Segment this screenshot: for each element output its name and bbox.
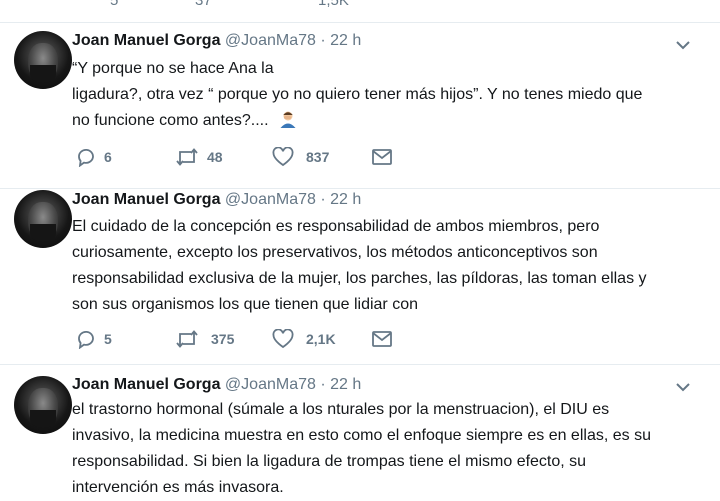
tweet-text: “Y porque no se hace Ana la ligadura?, o… [72,56,702,134]
tweet-line: ligadura?, otra vez “ porque yo no quier… [72,86,643,103]
tweet-line: responsabilidad. Si bien la ligadura de … [72,453,587,470]
tweet-line: son sus organismos los que tienen que li… [72,296,418,313]
reply-icon [78,330,94,349]
heart-icon [272,147,294,167]
author-handle[interactable]: @JoanMa78 [225,32,316,49]
retweet-count: 48 [207,149,223,165]
heart-icon [272,329,294,349]
message-button[interactable] [372,145,392,169]
tweet[interactable]: Joan Manuel Gorga @JoanMa78 · 22 h “Y po… [0,22,720,189]
author-handle[interactable]: @JoanMa78 [225,191,316,208]
reply-button[interactable]: 5 [76,327,112,351]
tweet-time[interactable]: 22 h [330,191,361,208]
tweet-actions: 6 48 837 [72,145,432,169]
tweet-line: intervención es más invasora. [72,479,284,496]
previous-tweet-actions: 5 37 1,5K [0,0,720,23]
previous-retweet-count[interactable]: 37 [195,0,212,9]
chevron-down-icon[interactable] [676,382,690,392]
retweet-icon [176,148,198,166]
retweet-button[interactable]: 375 [175,327,234,351]
reply-count: 6 [104,149,112,165]
envelope-icon [372,149,392,165]
tweet-actions: 5 375 2,1K [72,327,432,351]
chevron-down-icon[interactable] [676,40,690,50]
tweet-line-text: no funcione como antes?.... [72,112,269,129]
previous-reply-count[interactable]: 5 [110,0,118,9]
tweet-line: responsabilidad exclusiva de la mujer, l… [72,270,647,287]
tweet-line: “Y porque no se hace Ana la [72,60,274,77]
separator: · [320,191,326,208]
separator: · [320,376,326,393]
tweet-header: Joan Manuel Gorga @JoanMa78 · 22 h [72,376,361,394]
author-name[interactable]: Joan Manuel Gorga [72,376,220,393]
separator: · [320,32,326,49]
reply-button[interactable]: 6 [76,145,112,169]
retweet-icon [176,330,198,348]
tweet-time[interactable]: 22 h [330,32,361,49]
tweet[interactable]: Joan Manuel Gorga @JoanMa78 · 22 h El cu… [0,188,720,365]
envelope-icon [372,331,392,347]
tweet[interactable]: Joan Manuel Gorga @JoanMa78 · 22 h el tr… [0,364,720,501]
like-count: 2,1K [306,331,336,347]
message-button[interactable] [372,327,392,351]
author-handle[interactable]: @JoanMa78 [225,376,316,393]
author-name[interactable]: Joan Manuel Gorga [72,191,220,208]
tweet-text: El cuidado de la concepción es responsab… [72,214,702,318]
previous-like-count[interactable]: 1,5K [318,0,349,9]
tweet-text: el trastorno hormonal (súmale a los ntur… [72,397,702,501]
avatar[interactable] [14,31,72,89]
like-button[interactable]: 837 [272,145,329,169]
man-facepalming-icon [280,111,296,128]
avatar[interactable] [14,376,72,434]
tweet-time[interactable]: 22 h [330,376,361,393]
tweet-line: el trastorno hormonal (súmale a los ntur… [72,401,610,418]
avatar[interactable] [14,190,72,248]
retweet-count: 375 [211,331,235,347]
retweet-button[interactable]: 48 [175,145,223,169]
tweet-line: curiosamente, excepto los preservativos,… [72,244,598,261]
tweet-line: invasivo, la medicina muestra en esto co… [72,427,651,444]
like-button[interactable]: 2,1K [272,327,336,351]
like-count: 837 [306,149,330,165]
author-name[interactable]: Joan Manuel Gorga [72,32,220,49]
tweet-line: El cuidado de la concepción es responsab… [72,218,600,235]
tweet-header: Joan Manuel Gorga @JoanMa78 · 22 h [72,191,361,209]
tweet-line: no funcione como antes?.... [72,108,702,134]
reply-count: 5 [104,331,112,347]
reply-icon [78,148,94,167]
tweet-header: Joan Manuel Gorga @JoanMa78 · 22 h [72,32,361,50]
